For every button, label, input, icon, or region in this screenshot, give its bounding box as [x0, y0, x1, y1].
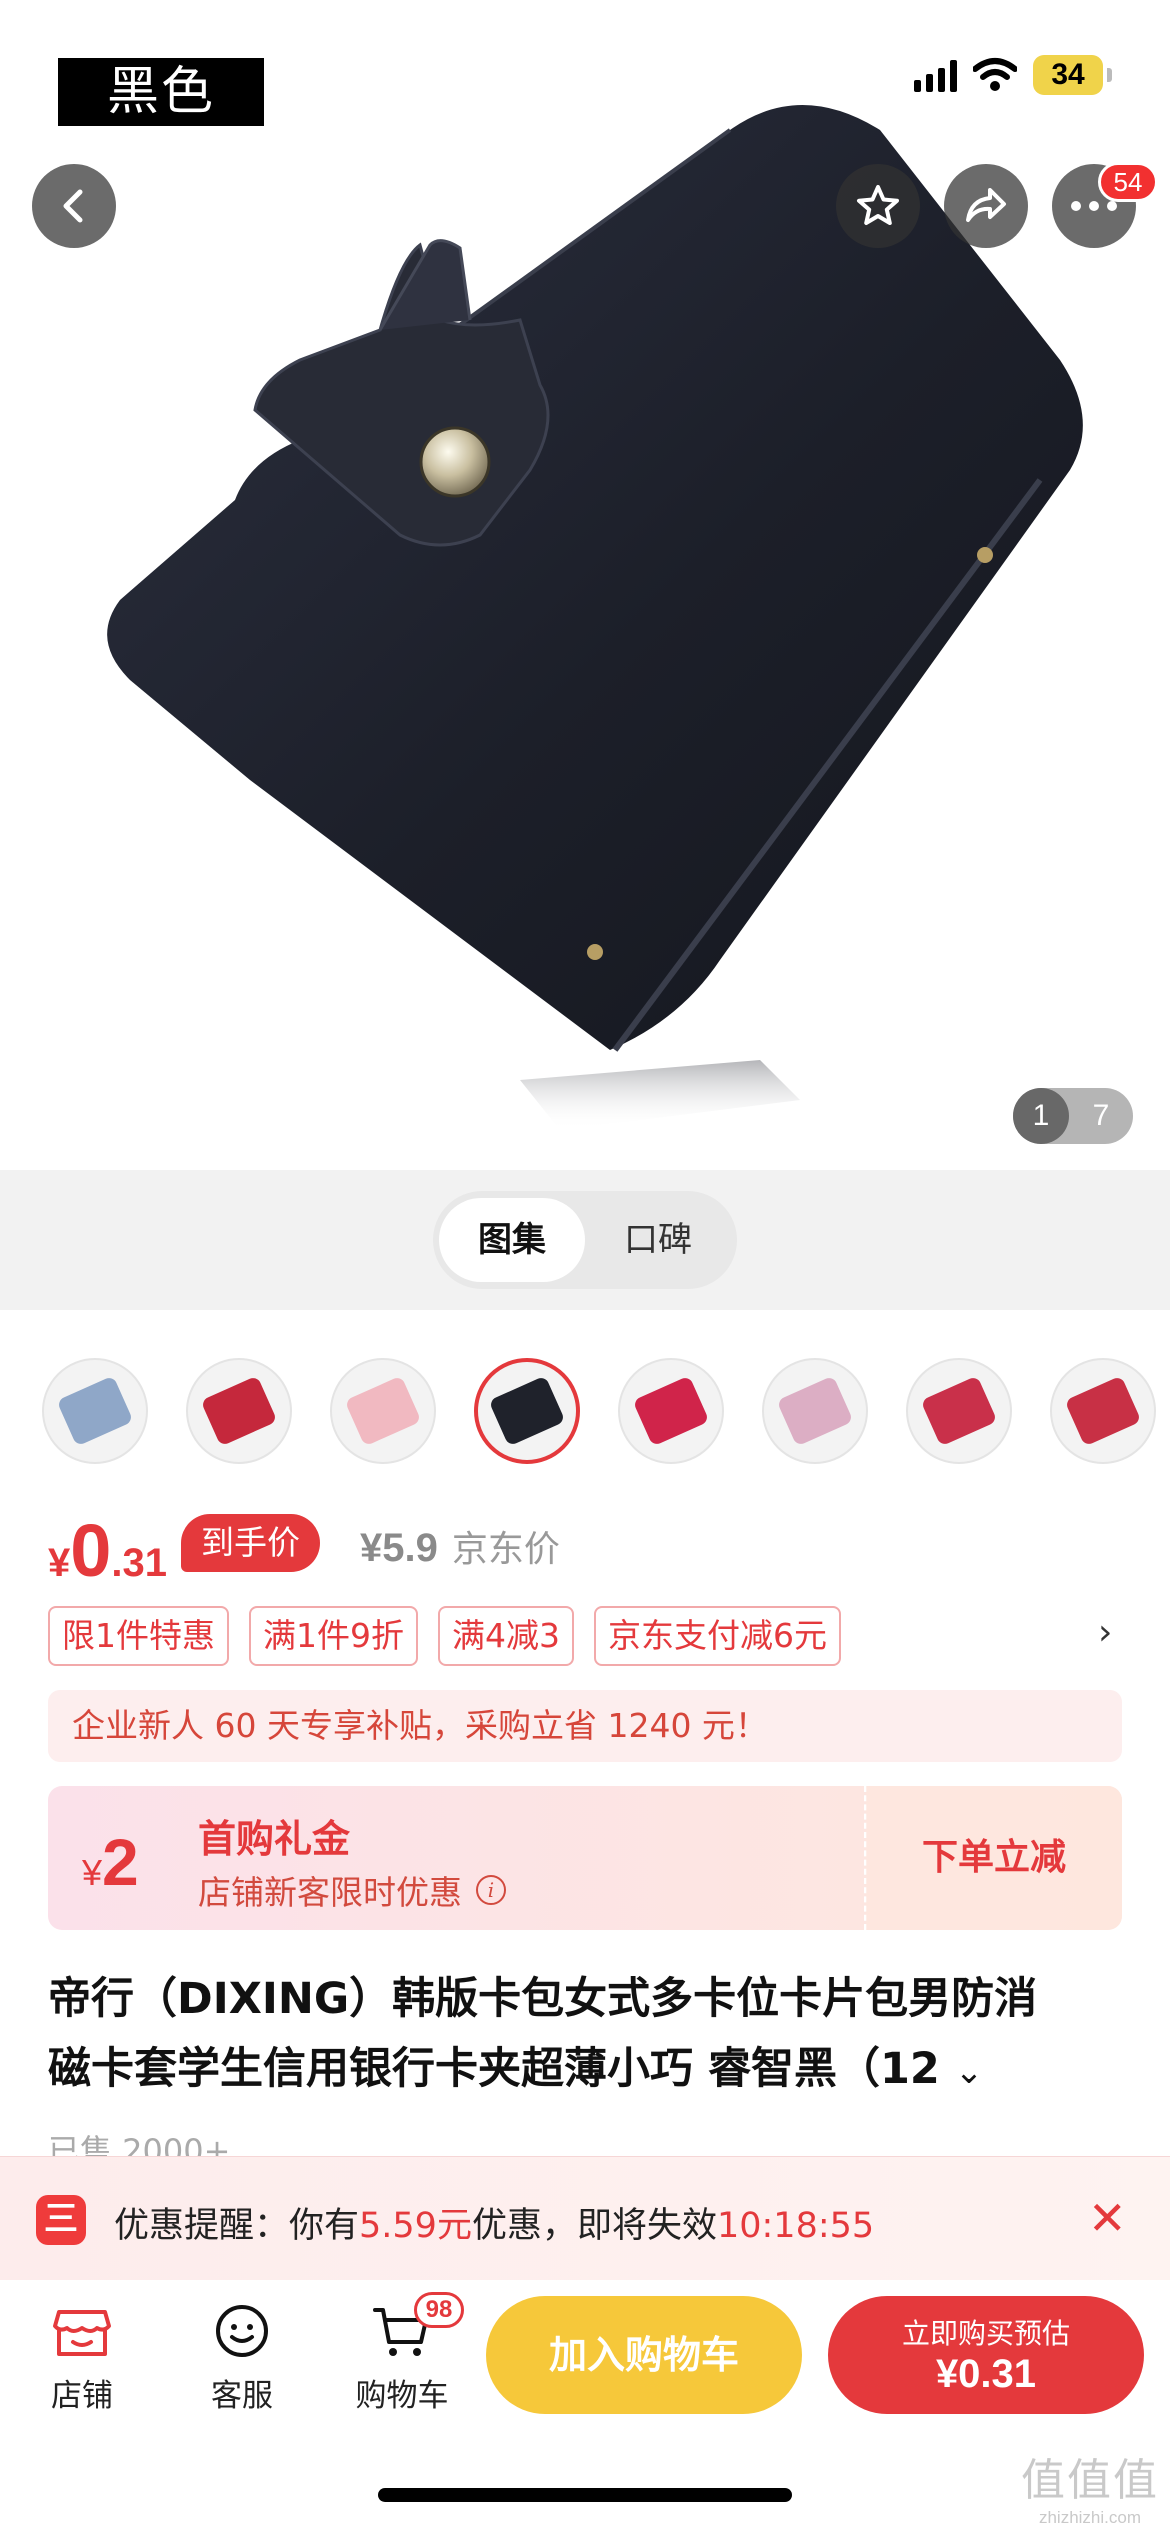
customer-service-icon: [216, 2305, 268, 2357]
reminder-prefix: 优惠提醒：你有: [114, 2206, 360, 2246]
variant-thumbnail[interactable]: [618, 1358, 724, 1464]
tab-gallery[interactable]: 图集: [439, 1198, 585, 1282]
price-integer: 0: [70, 1509, 112, 1592]
cellular-signal-icon: [914, 58, 957, 92]
more-dots-icon: [1071, 201, 1117, 211]
price-currency: ¥: [48, 1541, 71, 1585]
watermark-url: zhizhizhi.com: [1038, 2508, 1142, 2527]
variant-thumbnail[interactable]: [762, 1358, 868, 1464]
jd-logo-icon: 三: [36, 2195, 86, 2245]
battery-tip: [1107, 68, 1112, 82]
variant-swatch: [1064, 1375, 1142, 1447]
reminder-middle: 优惠，即将失效: [471, 2206, 717, 2246]
variant-swatch: [920, 1375, 998, 1447]
jd-price: ¥5.9 京东价: [360, 1520, 560, 1572]
variant-thumbnail[interactable]: [186, 1358, 292, 1464]
nav-cart-label: 购物车: [355, 2378, 449, 2414]
product-title-line-2: 磁卡套学生信用银行卡夹超薄小巧 睿智黑（12 ⌄: [48, 2034, 1128, 2107]
buy-now-button[interactable]: 立即购买预估 ¥0.31: [828, 2296, 1144, 2414]
add-to-cart-button[interactable]: 加入购物车: [486, 2296, 802, 2414]
variant-swatch: [200, 1375, 278, 1447]
product-title[interactable]: 帝行（DIXING）韩版卡包女式多卡位卡片包男防消 磁卡套学生信用银行卡夹超薄小…: [48, 1964, 1128, 2107]
gift-amount: ¥ 2: [82, 1824, 139, 1900]
promo-tag: 京东支付减6元: [594, 1606, 841, 1666]
shop-icon: [53, 2310, 111, 2356]
watermark-logo: 值值值: [1021, 2455, 1159, 2506]
gift-amount-value: 2: [102, 1825, 139, 1899]
image-pager: 1 7: [1013, 1088, 1133, 1144]
discount-reminder-bar[interactable]: 三 优惠提醒：你有5.59元优惠，即将失效10:18:55 ✕: [0, 2156, 1170, 2280]
new-enterprise-user-banner[interactable]: 企业新人 60 天专享补贴，采购立省 1240 元！: [48, 1690, 1122, 1762]
buy-now-label: 立即购买预估: [901, 2317, 1070, 2350]
jd-price-value: ¥5.9: [360, 1526, 438, 1570]
expand-chevron-icon[interactable]: ⌄: [955, 2052, 984, 2092]
nav-shop[interactable]: 店铺: [22, 2298, 142, 2415]
product-title-line-2-text: 磁卡套学生信用银行卡夹超薄小巧 睿智黑（12: [48, 2044, 940, 2094]
variant-thumbnail-selected[interactable]: [474, 1358, 580, 1464]
variant-swatch: [344, 1375, 422, 1447]
gallery-toggle: 图集 口碑: [433, 1191, 737, 1289]
gift-subtitle: 店铺新客限时优惠: [198, 1873, 462, 1912]
close-icon[interactable]: ✕: [1088, 2191, 1127, 2245]
to-hand-price-badge: 到手价: [181, 1514, 321, 1572]
nav-cart[interactable]: 98 购物车: [342, 2292, 464, 2415]
variant-swatch: [632, 1375, 710, 1447]
variant-swatch: [488, 1375, 566, 1447]
variant-swatch: [56, 1375, 134, 1447]
reminder-countdown: 10:18:55: [716, 2206, 875, 2246]
cart-count-badge: 98: [414, 2292, 464, 2328]
nav-shop-label: 店铺: [51, 2378, 113, 2414]
promo-more-chevron-icon[interactable]: ›: [1098, 1612, 1112, 1653]
battery-indicator: 34: [1033, 55, 1103, 95]
favorite-button[interactable]: [836, 164, 920, 248]
jd-price-label: 京东价: [451, 1529, 560, 1570]
product-title-line-1: 帝行（DIXING）韩版卡包女式多卡位卡片包男防消: [48, 1974, 1038, 2024]
color-label-overlay: 黑色: [58, 58, 264, 126]
pager-current: 1: [1013, 1088, 1069, 1144]
home-indicator[interactable]: [378, 2488, 792, 2502]
price-decimal: .31: [111, 1541, 168, 1585]
variant-thumbnail[interactable]: [330, 1358, 436, 1464]
price-row: ¥ 0 .31 到手价 ¥5.9 京东价: [48, 1508, 560, 1588]
gift-title: 首购礼金: [198, 1817, 351, 1861]
gift-currency: ¥: [82, 1852, 103, 1893]
promo-tag: 满1件9折: [249, 1606, 418, 1666]
first-purchase-gift-coupon[interactable]: ¥ 2 首购礼金 店铺新客限时优惠 i 下单立减: [48, 1786, 1122, 1930]
chevron-left-icon: [63, 189, 83, 223]
star-icon: [857, 185, 899, 225]
promotion-tags[interactable]: 限1件特惠 满1件9折 满4减3 京东支付减6元: [48, 1606, 841, 1666]
status-bar: 34: [914, 50, 1112, 100]
color-variant-thumbnails: [42, 1358, 1170, 1478]
product-image-gallery[interactable]: 黑色 34 54 1 7: [0, 0, 1170, 1170]
watermark: 值值值 zhizhizhi.com: [1020, 2444, 1160, 2528]
variant-thumbnail[interactable]: [906, 1358, 1012, 1464]
reminder-text: 优惠提醒：你有5.59元优惠，即将失效10:18:55: [114, 2197, 874, 2248]
gift-cta-button[interactable]: 下单立减: [866, 1786, 1122, 1930]
variant-swatch: [776, 1375, 854, 1447]
nav-customer-service[interactable]: 客服: [182, 2298, 302, 2415]
message-count-badge: 54: [1098, 162, 1158, 202]
info-icon[interactable]: i: [476, 1875, 506, 1905]
nav-service-label: 客服: [211, 2378, 273, 2414]
promo-tag: 满4减3: [438, 1606, 574, 1666]
variant-thumbnail[interactable]: [42, 1358, 148, 1464]
buy-now-price: ¥0.31: [935, 2352, 1037, 2396]
tab-reviews[interactable]: 口碑: [585, 1198, 731, 1282]
variant-thumbnail[interactable]: [1050, 1358, 1156, 1464]
gift-subtitle-row: 店铺新客限时优惠 i: [198, 1866, 506, 1914]
share-icon: [966, 188, 1006, 222]
reminder-amount: 5.59元: [359, 2206, 472, 2246]
share-button[interactable]: [944, 164, 1028, 248]
final-price: ¥ 0 .31: [48, 1514, 167, 1588]
pager-total: 7: [1092, 1099, 1110, 1132]
wifi-icon: [973, 58, 1017, 91]
promo-tag: 限1件特惠: [48, 1606, 229, 1666]
back-button[interactable]: [32, 164, 116, 248]
